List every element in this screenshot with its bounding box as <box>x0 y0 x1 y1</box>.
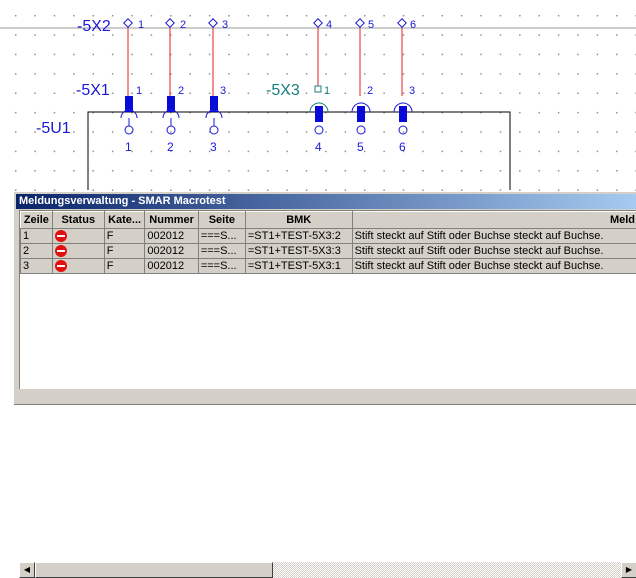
mid-pin-number: 2 <box>367 85 373 97</box>
terminal-diamond <box>398 19 406 27</box>
error-icon <box>55 245 67 257</box>
scroll-left-icon[interactable]: ◀ <box>19 562 35 578</box>
cell-meldung: Stift steckt auf Stift oder Buchse steck… <box>352 259 636 274</box>
cell-meldung: Stift steckt auf Stift oder Buchse steck… <box>352 244 636 259</box>
mid-pin-number: 2 <box>178 85 184 97</box>
contact-circle <box>125 126 133 134</box>
cell-nummer: 002012 <box>145 244 198 259</box>
cell-bmk: =ST1+TEST-5X3:2 <box>245 229 352 244</box>
column-header-seite[interactable]: Seite <box>198 212 245 229</box>
selected-terminal <box>315 86 321 92</box>
column-header-meldung[interactable]: Meld <box>352 212 636 229</box>
error-icon <box>55 230 67 242</box>
column-header-kategorie[interactable]: Kate... <box>104 212 145 229</box>
mid-pin-number: 1 <box>136 85 142 97</box>
cell-zeile: 2 <box>21 244 53 259</box>
table-row[interactable]: 2 F 002012 ===S... =ST1+TEST-5X3:3 Stift… <box>21 244 636 259</box>
strip-label-5x2[interactable]: -5X2 <box>77 18 111 36</box>
scroll-right-icon[interactable]: ▶ <box>621 562 636 578</box>
cell-bmk: =ST1+TEST-5X3:3 <box>245 244 352 259</box>
cell-zeile: 3 <box>21 259 53 274</box>
terminal-diamond <box>314 19 322 27</box>
message-table: Zeile Status Kate... Nummer Seite BMK Me… <box>20 211 636 274</box>
pin-block <box>357 106 365 122</box>
terminal-diamond <box>166 19 174 27</box>
cell-status <box>52 244 104 259</box>
terminal-diamond <box>124 19 132 27</box>
message-dialog: Meldungsverwaltung - SMAR Macrotest Zeil… <box>13 191 636 405</box>
table-row[interactable]: 3 F 002012 ===S... =ST1+TEST-5X3:1 Stift… <box>21 259 636 274</box>
cell-meldung: Stift steckt auf Stift oder Buchse steck… <box>352 229 636 244</box>
error-icon <box>55 260 67 272</box>
message-grid[interactable]: Zeile Status Kate... Nummer Seite BMK Me… <box>19 210 636 389</box>
pin-block <box>399 106 407 122</box>
cell-seite: ===S... <box>198 229 245 244</box>
table-row[interactable]: 1 F 002012 ===S... =ST1+TEST-5X3:2 Stift… <box>21 229 636 244</box>
column-header-nummer[interactable]: Nummer <box>145 212 198 229</box>
contact-circle <box>167 126 175 134</box>
cell-nummer: 002012 <box>145 259 198 274</box>
top-pin-number: 4 <box>326 19 332 31</box>
cell-seite: ===S... <box>198 259 245 274</box>
device-label[interactable]: -5U1 <box>36 120 71 138</box>
cell-kategorie: F <box>104 244 145 259</box>
top-pin-number: 5 <box>368 19 374 31</box>
contact-circle <box>357 126 365 134</box>
strip-label-5x1[interactable]: -5X1 <box>76 82 110 100</box>
column-header-status[interactable]: Status <box>52 212 104 229</box>
header-row: Zeile Status Kate... Nummer Seite BMK Me… <box>21 212 636 229</box>
cell-kategorie: F <box>104 229 145 244</box>
top-pin-number: 1 <box>138 19 144 31</box>
mid-pin-number: 3 <box>220 85 226 97</box>
bottom-pin-number: 2 <box>167 140 174 154</box>
cell-status <box>52 259 104 274</box>
scroll-thumb[interactable] <box>35 562 273 578</box>
bottom-pin-number: 3 <box>210 140 217 154</box>
right-pin-group <box>310 19 412 134</box>
cell-nummer: 002012 <box>145 229 198 244</box>
contact-circle <box>399 126 407 134</box>
mid-pin-number: 3 <box>409 85 415 97</box>
dialog-title[interactable]: Meldungsverwaltung - SMAR Macrotest <box>16 194 636 209</box>
column-header-bmk[interactable]: BMK <box>245 212 352 229</box>
horizontal-scrollbar[interactable]: ◀ ▶ <box>19 562 636 578</box>
top-pin-number: 3 <box>222 19 228 31</box>
top-pin-number: 6 <box>410 19 416 31</box>
strip-label-5x3[interactable]: -5X3 <box>266 82 300 100</box>
cell-bmk: =ST1+TEST-5X3:1 <box>245 259 352 274</box>
cell-seite: ===S... <box>198 244 245 259</box>
bottom-pin-number: 5 <box>357 140 364 154</box>
bottom-pin-number: 6 <box>399 140 406 154</box>
cell-kategorie: F <box>104 259 145 274</box>
terminal-diamond <box>209 19 217 27</box>
cell-zeile: 1 <box>21 229 53 244</box>
mid-pin-number: 1 <box>324 85 330 97</box>
cell-status <box>52 229 104 244</box>
device-outline <box>88 112 510 190</box>
column-header-zeile[interactable]: Zeile <box>21 212 53 229</box>
bottom-pin-number: 1 <box>125 140 132 154</box>
bottom-pin-number: 4 <box>315 140 322 154</box>
contact-circle <box>315 126 323 134</box>
terminal-diamond <box>356 19 364 27</box>
left-pin-group <box>121 19 222 134</box>
pin-block <box>315 106 323 122</box>
contact-circle <box>210 126 218 134</box>
top-pin-number: 2 <box>180 19 186 31</box>
